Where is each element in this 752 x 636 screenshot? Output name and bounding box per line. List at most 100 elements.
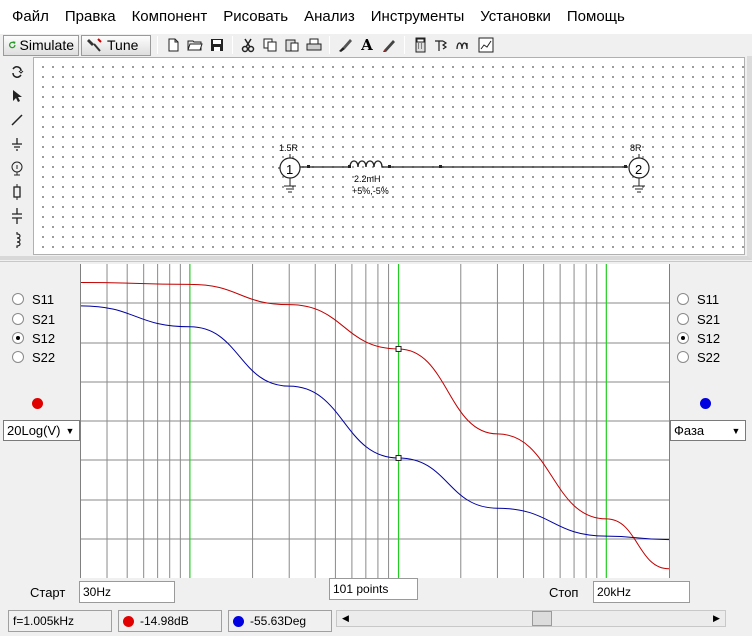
wire-icon[interactable] xyxy=(4,108,30,132)
toolbar: Simulate Tune A xyxy=(0,34,752,56)
tune-icon xyxy=(87,38,102,52)
status-phase-value: -55.63Deg xyxy=(250,614,307,628)
radio-label: S22 xyxy=(32,349,56,365)
menu-tools[interactable]: Инструменты xyxy=(363,0,473,34)
menu-bar: Файл Правка Компонент Рисовать Анализ Ин… xyxy=(0,0,752,34)
ground-icon[interactable] xyxy=(4,132,30,156)
radio-button xyxy=(677,313,689,325)
inductor-value: 2.2mH xyxy=(354,174,381,184)
coil-icon[interactable] xyxy=(453,35,475,56)
drawing-tools-palette xyxy=(2,60,32,256)
left-radio-s11[interactable]: S11 xyxy=(12,289,54,309)
port-icon[interactable] xyxy=(4,156,30,180)
left-radio-s12[interactable]: S12 xyxy=(12,328,55,348)
toolbar-separator xyxy=(232,36,233,54)
scrollbar-thumb[interactable] xyxy=(532,611,552,626)
points-value: 101 points xyxy=(333,582,389,596)
port-1-number: 1 xyxy=(286,162,294,177)
toolbar-separator xyxy=(404,36,405,54)
left-radio-s21[interactable]: S21 xyxy=(12,309,55,329)
right-scale-value: Фаза xyxy=(674,423,705,438)
menu-edit[interactable]: Правка xyxy=(57,0,124,34)
tune-button[interactable]: Tune xyxy=(81,34,151,56)
refresh-icon xyxy=(8,41,16,49)
radio-label: S11 xyxy=(32,291,55,307)
stop-frequency-input[interactable]: 20kHz xyxy=(593,581,690,603)
paste-icon[interactable] xyxy=(281,35,303,56)
toolbar-separator xyxy=(157,36,158,54)
points-input[interactable]: 101 points xyxy=(329,578,418,600)
radio-label: S11 xyxy=(697,291,720,307)
radio-button xyxy=(12,313,24,325)
pen-icon[interactable] xyxy=(378,35,400,56)
left-scale-select[interactable]: 20Log(V) ▼ xyxy=(3,420,80,441)
menu-component[interactable]: Компонент xyxy=(124,0,216,34)
scroll-left-icon[interactable]: ◀ xyxy=(337,611,354,626)
inductor-tolerance: +5%,-5% xyxy=(352,186,389,196)
new-file-icon[interactable] xyxy=(162,35,184,56)
status-phase: -55.63Deg xyxy=(228,610,332,632)
chevron-down-icon: ▼ xyxy=(65,425,75,436)
right-scale-select[interactable]: Фаза ▼ xyxy=(670,420,746,441)
right-radio-s12[interactable]: S12 xyxy=(677,328,720,348)
frequency-scrollbar[interactable]: ◀ ▶ xyxy=(336,610,726,627)
right-radio-s11[interactable]: S11 xyxy=(677,289,719,309)
radio-button xyxy=(12,332,24,344)
stop-label: Стоп xyxy=(549,585,579,600)
cursor-point-marker xyxy=(395,454,402,461)
red-dot-icon xyxy=(123,615,134,627)
blue-dot-icon xyxy=(233,615,244,627)
right-radio-s22[interactable]: S22 xyxy=(677,347,720,367)
port-1-label: 1.5R xyxy=(279,143,299,153)
start-frequency-value: 30Hz xyxy=(83,585,112,599)
radio-button xyxy=(677,293,689,305)
status-magnitude: -14.98dB xyxy=(118,610,222,632)
simulate-label: Simulate xyxy=(19,37,74,53)
chevron-down-icon: ▼ xyxy=(731,425,741,436)
toolbar-separator xyxy=(329,36,330,54)
tune-label: Tune xyxy=(107,37,139,53)
radio-button xyxy=(12,351,24,363)
inductor-component[interactable] xyxy=(349,160,390,168)
radio-button xyxy=(12,293,24,305)
status-magnitude-value: -14.98dB xyxy=(140,614,189,628)
frequency-response-plot[interactable] xyxy=(80,264,670,578)
brush-icon[interactable] xyxy=(334,35,356,56)
calculator-icon[interactable] xyxy=(409,35,431,56)
rotate-icon[interactable] xyxy=(4,60,30,84)
schematic-canvas[interactable]: 1 2 1.5R 8R 2.2mH +5%,-5% xyxy=(33,57,745,255)
cut-icon[interactable] xyxy=(237,35,259,56)
right-radio-s21[interactable]: S21 xyxy=(677,309,720,329)
cursor-point-marker xyxy=(395,345,402,352)
tline-icon[interactable] xyxy=(431,35,453,56)
menu-help[interactable]: Помощь xyxy=(559,0,633,34)
port-2-label: 8R xyxy=(630,143,642,153)
radio-button xyxy=(677,351,689,363)
plot-grid xyxy=(81,264,669,578)
save-icon[interactable] xyxy=(206,35,228,56)
start-frequency-input[interactable]: 30Hz xyxy=(79,581,175,603)
print-icon[interactable] xyxy=(303,35,325,56)
status-frequency: f=1.005kHz xyxy=(8,610,112,632)
magnitude-trace-marker xyxy=(32,398,43,409)
menu-file[interactable]: Файл xyxy=(4,0,57,34)
text-icon[interactable]: A xyxy=(356,35,378,56)
copy-icon[interactable] xyxy=(259,35,281,56)
circuit-wire xyxy=(300,165,628,168)
menu-draw[interactable]: Рисовать xyxy=(215,0,296,34)
scroll-right-icon[interactable]: ▶ xyxy=(708,611,725,626)
menu-settings[interactable]: Установки xyxy=(472,0,559,34)
plot-svg xyxy=(81,264,669,578)
open-folder-icon[interactable] xyxy=(184,35,206,56)
left-radio-s22[interactable]: S22 xyxy=(12,347,55,367)
menu-analysis[interactable]: Анализ xyxy=(296,0,363,34)
simulate-button[interactable]: Simulate xyxy=(3,34,79,56)
inductor-icon[interactable] xyxy=(4,228,30,252)
stop-frequency-value: 20kHz xyxy=(597,585,632,599)
resistor-icon[interactable] xyxy=(4,180,30,204)
graph-icon[interactable] xyxy=(475,35,497,56)
capacitor-icon[interactable] xyxy=(4,204,30,228)
pointer-icon[interactable] xyxy=(4,84,30,108)
phase-trace-marker xyxy=(700,398,711,409)
status-frequency-value: f=1.005kHz xyxy=(13,614,75,628)
